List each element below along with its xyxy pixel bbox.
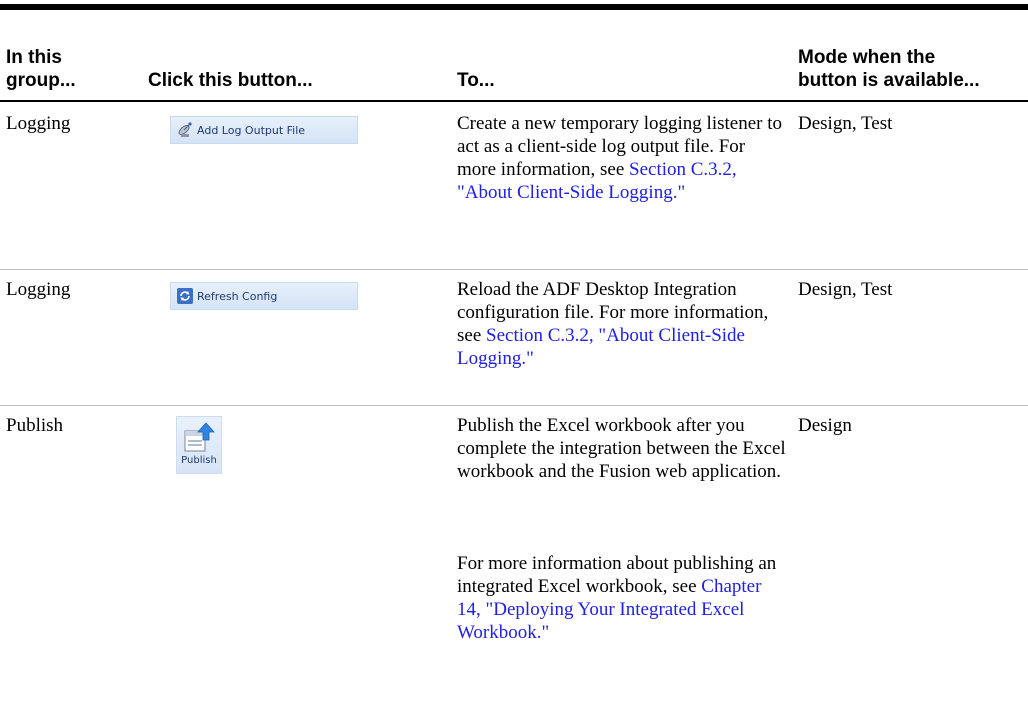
description-cell: Publish the Excel workbook after you com… [457, 415, 786, 482]
header-mode: Mode when the button is available... [798, 47, 980, 91]
group-cell: Logging [6, 279, 71, 300]
description-cell-more: For more information about publishing an… [457, 552, 787, 644]
header-button: Click this button... [148, 70, 313, 91]
refresh-config-icon [176, 287, 194, 305]
table-row: Publish Publish Publish the Excel workbo… [0, 406, 1028, 706]
group-cell: Publish [6, 415, 64, 436]
description-cell: Create a new temporary logging listener … [457, 112, 787, 204]
section-c32-link[interactable]: Section C.3.2, "About Client-Side Loggin… [457, 325, 745, 369]
mode-cell: Design [798, 415, 852, 436]
add-log-output-file-label: Add Log Output File [197, 123, 306, 137]
table-row: Logging Add Log Output File Create a new… [0, 102, 1028, 270]
mode-cell: Design, Test [798, 113, 893, 134]
publish-icon [184, 422, 215, 452]
refresh-config-button[interactable]: Refresh Config [170, 282, 358, 310]
group-cell: Logging [6, 113, 71, 134]
description-cell: Reload the ADF Desktop Integration confi… [457, 278, 787, 370]
refresh-config-label: Refresh Config [197, 289, 278, 303]
header-group: In this group... [6, 47, 76, 91]
table-header: In this group... Click this button... To… [0, 10, 1028, 102]
header-to: To... [457, 70, 495, 91]
add-log-output-file-button[interactable]: Add Log Output File [170, 116, 358, 144]
table-row: Logging Refresh Config Reload the ADF De… [0, 270, 1028, 406]
publish-button[interactable]: Publish [176, 416, 222, 474]
publish-label: Publish [181, 455, 217, 466]
mode-cell: Design, Test [798, 279, 893, 300]
satellite-dish-icon [176, 121, 194, 139]
